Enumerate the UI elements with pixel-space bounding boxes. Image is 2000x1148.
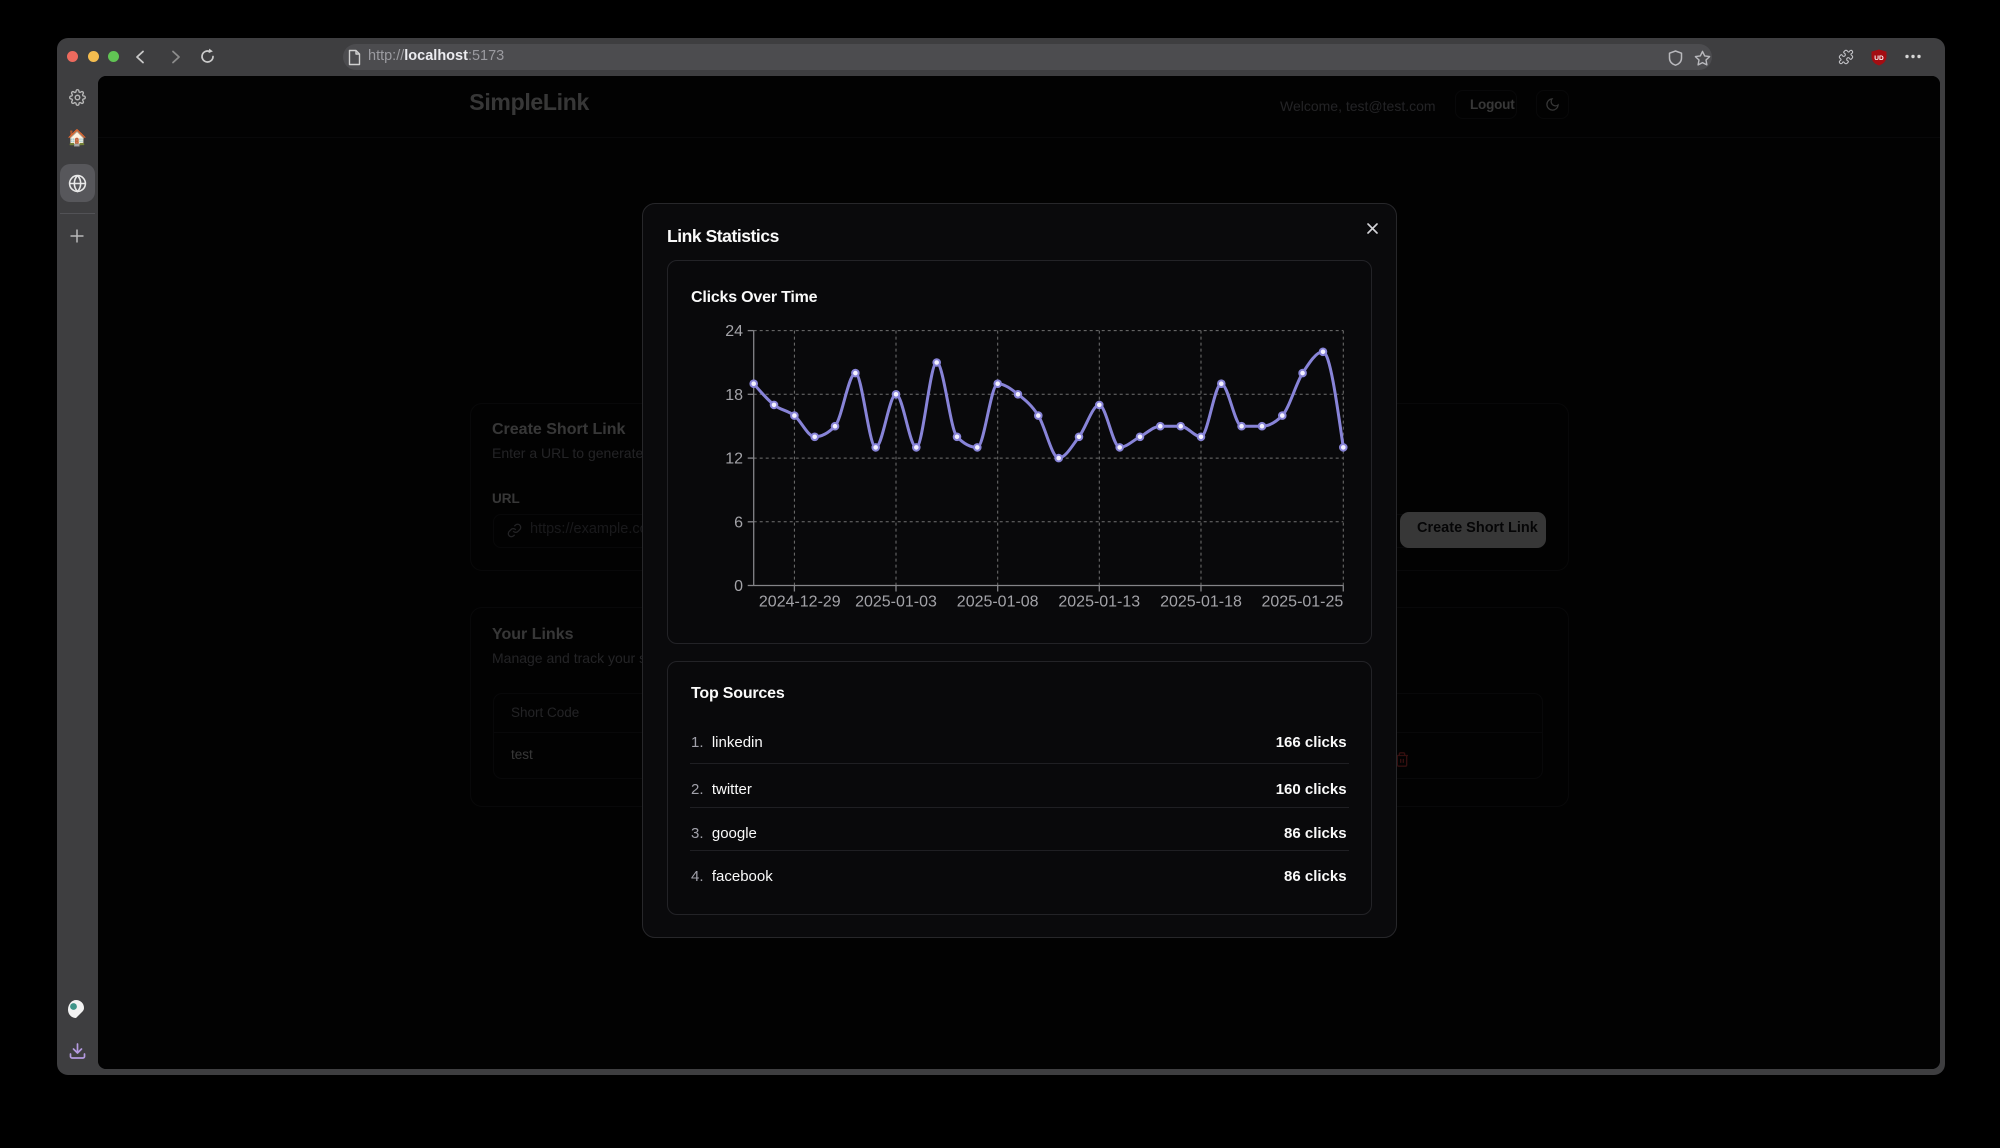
svg-text:24: 24 [726,323,744,340]
svg-text:2024-12-29: 2024-12-29 [759,593,841,610]
svg-text:2025-01-13: 2025-01-13 [1059,593,1141,610]
svg-text:2025-01-03: 2025-01-03 [855,593,937,610]
svg-text:18: 18 [726,387,744,404]
svg-text:0: 0 [734,578,743,595]
svg-text:6: 6 [734,514,743,531]
svg-text:2025-01-18: 2025-01-18 [1160,593,1242,610]
svg-text:2025-01-25: 2025-01-25 [1262,593,1344,610]
svg-text:2025-01-08: 2025-01-08 [957,593,1039,610]
svg-text:12: 12 [726,451,744,468]
svg-text:UD: UD [1874,55,1884,62]
